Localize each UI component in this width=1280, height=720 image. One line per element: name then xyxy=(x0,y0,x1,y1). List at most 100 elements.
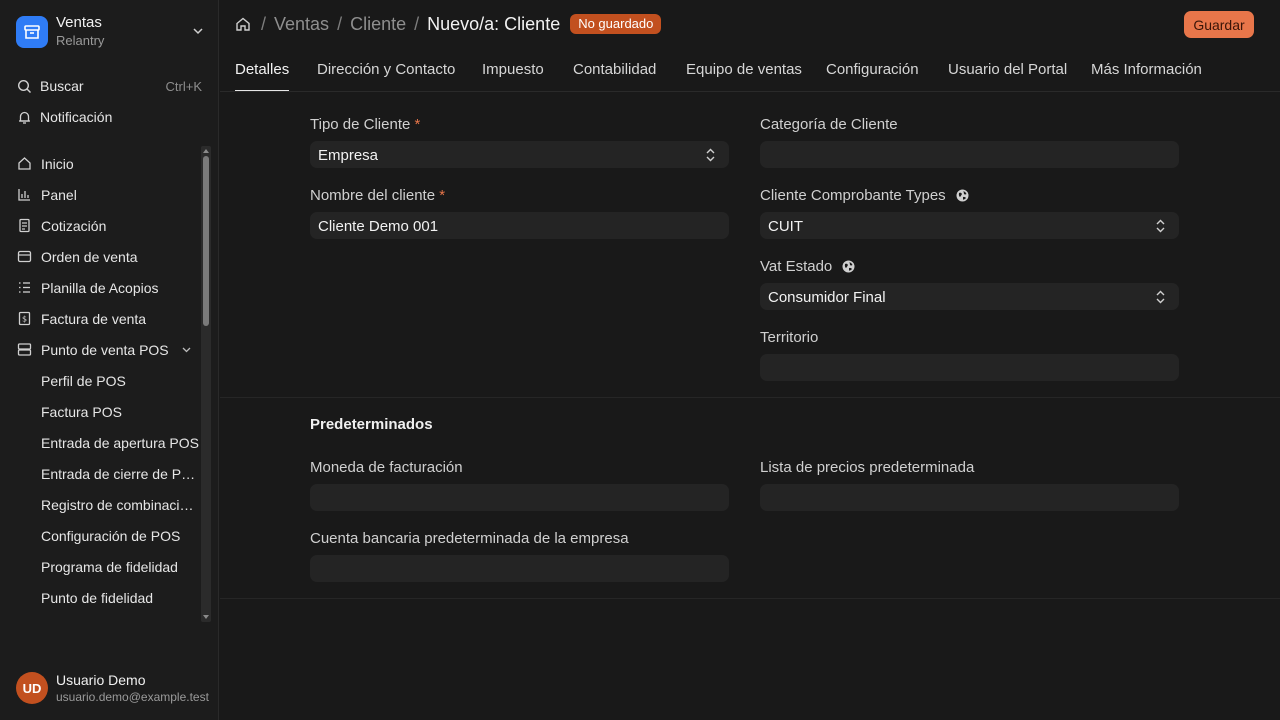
sidebar-item-punto-de-venta-pos[interactable]: Punto de venta POS xyxy=(0,334,200,365)
customer-type-label-text: Tipo de Cliente xyxy=(310,116,411,133)
territory-label: Territorio xyxy=(760,329,819,346)
globe-icon xyxy=(956,189,969,202)
sidebar-subitem-label: Punto de fidelidad xyxy=(41,589,154,606)
sidebar-subitem-entrada-cierre-pos[interactable]: Entrada de cierre de POS xyxy=(0,458,200,489)
breadcrumb-separator: / xyxy=(337,13,343,34)
breadcrumb-cliente[interactable]: Cliente xyxy=(350,14,406,35)
customer-name-input[interactable]: Cliente Demo 001 xyxy=(310,212,729,239)
vat-status-value: Consumidor Final xyxy=(768,289,886,306)
tab-usuario-del-portal[interactable]: Usuario del Portal xyxy=(948,61,1067,91)
scroll-down-arrow-icon[interactable] xyxy=(202,614,210,620)
server-icon xyxy=(16,342,32,358)
sidebar-subitem-registro-combinacion[interactable]: Registro de combinación de factura POS xyxy=(0,489,200,520)
voucher-types-label: Cliente Comprobante Types xyxy=(760,187,969,204)
sidebar-item-inicio[interactable]: Inicio xyxy=(0,148,200,179)
tab-contabilidad[interactable]: Contabilidad xyxy=(573,61,656,91)
customer-type-select[interactable]: Empresa xyxy=(310,141,729,168)
tab-impuesto[interactable]: Impuesto xyxy=(482,61,544,91)
customer-name-label: Nombre del cliente * xyxy=(310,187,445,204)
sidebar-item-factura-de-venta[interactable]: $ Factura de venta xyxy=(0,303,200,334)
vat-status-select[interactable]: Consumidor Final xyxy=(760,283,1179,310)
app-switcher[interactable]: Ventas Relantry xyxy=(16,14,206,50)
app-name: Ventas xyxy=(56,14,102,31)
default-price-list-label: Lista de precios predeterminada xyxy=(760,459,975,476)
scroll-up-arrow-icon[interactable] xyxy=(202,148,210,154)
voucher-types-select[interactable]: CUIT xyxy=(760,212,1179,239)
territory-input[interactable] xyxy=(760,354,1179,381)
customer-type-value: Empresa xyxy=(318,147,379,164)
sidebar-subitem-label: Entrada de apertura POS xyxy=(41,434,199,451)
invoice-icon: $ xyxy=(16,311,32,327)
billing-currency-label: Moneda de facturación xyxy=(310,459,463,476)
status-badge: No guardado xyxy=(570,14,662,34)
section-divider xyxy=(220,397,1280,398)
default-bank-account-label: Cuenta bancaria predeterminada de la emp… xyxy=(310,530,629,547)
svg-text:$: $ xyxy=(21,315,26,324)
sidebar-subitem-punto-fidelidad[interactable]: Punto de fidelidad xyxy=(0,582,200,613)
search-button[interactable]: Buscar Ctrl+K xyxy=(16,74,202,98)
vat-status-label-text: Vat Estado xyxy=(760,258,833,275)
vat-status-label: Vat Estado xyxy=(760,258,855,275)
sidebar-item-panel[interactable]: Panel xyxy=(0,179,200,210)
breadcrumb-separator: / xyxy=(261,13,267,34)
avatar: UD xyxy=(16,672,48,704)
voucher-types-label-text: Cliente Comprobante Types xyxy=(760,187,946,204)
chevron-down-icon[interactable] xyxy=(181,344,192,355)
sidebar-subitem-label: Programa de fidelidad xyxy=(41,558,178,575)
tab-direccion-y-contacto[interactable]: Dirección y Contacto xyxy=(317,61,455,91)
sidebar-subitem-label: Perfil de POS xyxy=(41,372,126,389)
list-icon xyxy=(16,280,32,296)
sidebar-item-label: Inicio xyxy=(41,155,74,172)
page-header: / Ventas / Cliente / Nuevo/a: Cliente No… xyxy=(220,0,1280,48)
customer-category-input[interactable] xyxy=(760,141,1179,168)
save-button[interactable]: Guardar xyxy=(1184,11,1254,38)
sidebar-subitem-configuracion-pos[interactable]: Configuración de POS xyxy=(0,520,200,551)
breadcrumb-ventas[interactable]: Ventas xyxy=(274,14,329,35)
search-shortcut: Ctrl+K xyxy=(165,78,202,94)
tab-detalles[interactable]: Detalles xyxy=(235,61,290,91)
home-icon[interactable] xyxy=(235,15,253,33)
sidebar-item-cotizacion[interactable]: Cotización xyxy=(0,210,200,241)
sidebar-nav: Inicio Panel Cotización Orden de venta P… xyxy=(0,148,200,613)
sidebar-item-label: Punto de venta POS xyxy=(41,341,169,358)
window-icon xyxy=(16,249,32,265)
customer-type-label: Tipo de Cliente * xyxy=(310,116,420,133)
notifications-button[interactable]: Notificación xyxy=(16,105,202,129)
sidebar-subitem-perfil-de-pos[interactable]: Perfil de POS xyxy=(0,365,200,396)
billing-currency-input[interactable] xyxy=(310,484,729,511)
sidebar-item-orden-de-venta[interactable]: Orden de venta xyxy=(0,241,200,272)
sidebar-subitem-label: Registro de combinación de factura POS xyxy=(41,496,199,513)
select-updown-icon xyxy=(1156,290,1165,304)
sidebar-scrollbar[interactable] xyxy=(201,146,211,622)
document-icon xyxy=(16,218,32,234)
user-menu[interactable]: UD Usuario Demo usuario.demo@example.tes… xyxy=(16,670,216,706)
sidebar-subitem-factura-pos[interactable]: Factura POS xyxy=(0,396,200,427)
customer-category-label: Categoría de Cliente xyxy=(760,116,898,133)
sidebar-subitem-label: Factura POS xyxy=(41,403,122,420)
bell-icon xyxy=(16,109,32,125)
select-updown-icon xyxy=(706,148,715,162)
tab-equipo-de-ventas[interactable]: Equipo de ventas xyxy=(686,61,802,91)
sidebar-item-label: Factura de venta xyxy=(41,310,147,327)
default-price-list-input[interactable] xyxy=(760,484,1179,511)
app-subtitle: Relantry xyxy=(56,33,105,48)
search-icon xyxy=(16,78,32,94)
sidebar-item-label: Planilla de Acopios xyxy=(41,279,159,296)
sidebar-subitem-label: Configuración de POS xyxy=(41,527,181,544)
required-marker: * xyxy=(414,116,421,133)
tab-configuracion[interactable]: Configuración xyxy=(826,61,919,91)
section-title-defaults: Predeterminados xyxy=(310,416,433,433)
section-divider xyxy=(220,598,1280,599)
default-bank-account-input[interactable] xyxy=(310,555,729,582)
sidebar-subitem-programa-fidelidad[interactable]: Programa de fidelidad xyxy=(0,551,200,582)
sidebar-item-label: Panel xyxy=(41,186,77,203)
sidebar-subitem-entrada-apertura-pos[interactable]: Entrada de apertura POS xyxy=(0,427,200,458)
sidebar-item-planilla-de-acopios[interactable]: Planilla de Acopios xyxy=(0,272,200,303)
app-logo-icon xyxy=(16,16,48,48)
customer-name-value: Cliente Demo 001 xyxy=(318,218,439,235)
scrollbar-thumb[interactable] xyxy=(203,156,209,326)
tab-mas-informacion[interactable]: Más Información xyxy=(1091,61,1202,91)
page-title: Nuevo/a: Cliente xyxy=(427,13,561,34)
user-email: usuario.demo@example.test xyxy=(56,689,209,704)
home-icon xyxy=(16,156,32,172)
